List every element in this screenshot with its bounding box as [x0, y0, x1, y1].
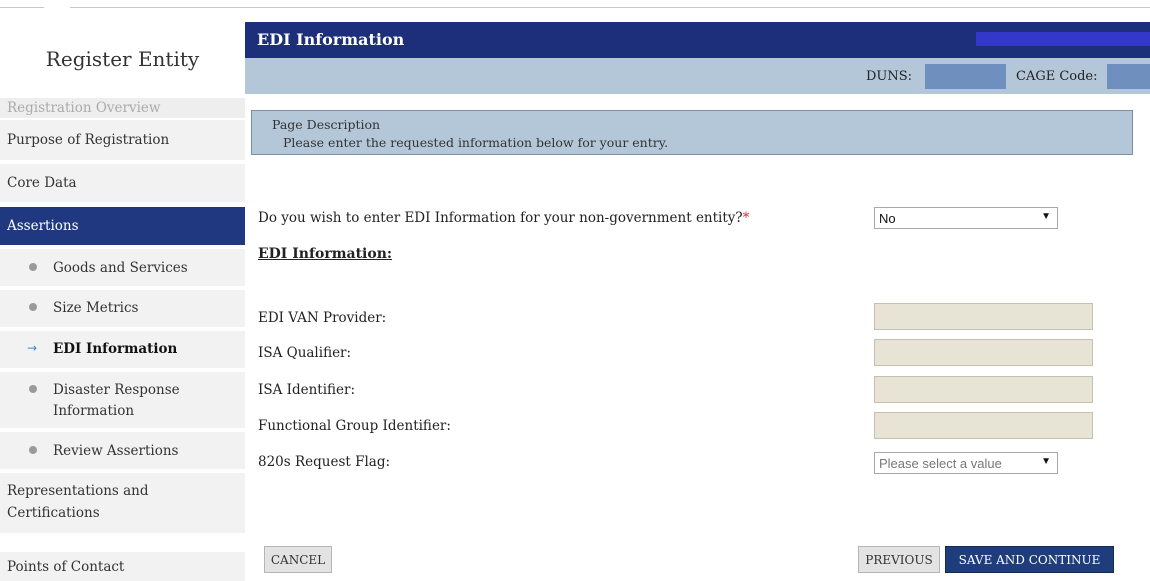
chevron-down-icon: ▼: [1041, 211, 1051, 222]
edi-question-select-value: No: [879, 210, 896, 226]
edi-section-heading: EDI Information:: [258, 246, 393, 262]
edi-van-provider-label: EDI VAN Provider:: [258, 310, 387, 326]
sidebar-item-registration-overview: Registration Overview: [0, 98, 245, 118]
sidebar-subitem-size-metrics[interactable]: Size Metrics: [0, 290, 245, 327]
edi-question-select[interactable]: No ▼: [874, 207, 1058, 229]
required-marker: *: [742, 210, 750, 226]
cage-code-value: [1107, 64, 1150, 89]
isa-identifier-label: ISA Identifier:: [258, 382, 356, 398]
sidebar-subitem-label: EDI Information: [53, 341, 178, 357]
flag-820s-select[interactable]: Please select a value ▼: [874, 452, 1058, 474]
save-and-continue-button[interactable]: SAVE AND CONTINUE: [945, 546, 1114, 573]
sidebar-item-points-of-contact[interactable]: Points of Contact: [0, 552, 245, 581]
cancel-button[interactable]: CANCEL: [264, 546, 332, 573]
top-divider-left: [0, 7, 44, 8]
current-arrow-icon: →: [27, 341, 38, 355]
sidebar-subitem-label: Size Metrics: [53, 300, 139, 316]
sidebar-item-label-line1: Representations and: [7, 483, 149, 499]
flag-820s-label: 820s Request Flag:: [258, 454, 391, 470]
sidebar-subitem-disaster-response[interactable]: Disaster Response Information: [0, 372, 245, 428]
bullet-icon: [29, 446, 37, 454]
edi-question-label: Do you wish to enter EDI Information for…: [258, 210, 749, 226]
sidebar-subitem-review-assertions[interactable]: Review Assertions: [0, 432, 245, 469]
edi-van-provider-input[interactable]: [874, 303, 1093, 330]
functional-group-identifier-label: Functional Group Identifier:: [258, 418, 451, 434]
sidebar: Register Entity Registration Overview Pu…: [0, 22, 245, 581]
sidebar-item-representations[interactable]: Representations and Certifications: [0, 473, 245, 533]
previous-button[interactable]: PREVIOUS: [858, 546, 940, 573]
chevron-down-icon: ▼: [1038, 456, 1051, 467]
page-header: EDI Information: [245, 22, 1150, 58]
sidebar-item-label-line2: Certifications: [7, 505, 100, 521]
entity-id-bar: DUNS: CAGE Code:: [245, 58, 1150, 94]
page-description: Page Description Please enter the reques…: [251, 110, 1133, 155]
sidebar-subitem-label: Review Assertions: [53, 443, 179, 459]
page-description-title: Page Description: [272, 117, 381, 132]
bullet-icon: [29, 385, 37, 393]
page-title: EDI Information: [257, 30, 405, 49]
sidebar-subitem-label-line1: Disaster Response: [53, 382, 180, 398]
top-divider: [0, 0, 1150, 14]
top-divider-right: [70, 7, 1150, 8]
edi-question-text: Do you wish to enter EDI Information for…: [258, 210, 743, 226]
sidebar-item-assertions[interactable]: Assertions: [0, 207, 245, 245]
cage-code-label: CAGE Code:: [1016, 69, 1098, 84]
sidebar-subitem-goods-services[interactable]: Goods and Services: [0, 249, 245, 286]
bullet-icon: [29, 263, 37, 271]
sidebar-title: Register Entity: [45, 46, 200, 71]
page-description-text: Please enter the requested information b…: [283, 135, 669, 150]
sidebar-subitem-label-line2: Information: [53, 403, 135, 419]
duns-label: DUNS:: [866, 69, 913, 84]
functional-group-identifier-input[interactable]: [874, 412, 1093, 439]
sidebar-item-purpose[interactable]: Purpose of Registration: [0, 120, 245, 160]
duns-value: [925, 64, 1006, 89]
isa-qualifier-input[interactable]: [874, 339, 1093, 366]
header-accent-bar: [976, 32, 1150, 46]
isa-qualifier-label: ISA Qualifier:: [258, 345, 352, 361]
sidebar-subitem-edi-information[interactable]: → EDI Information: [0, 331, 245, 368]
sidebar-item-core-data[interactable]: Core Data: [0, 164, 245, 202]
isa-identifier-input[interactable]: [874, 376, 1093, 403]
flag-820s-select-value: Please select a value: [879, 455, 1002, 471]
sidebar-subitem-label: Goods and Services: [53, 260, 188, 276]
bullet-icon: [29, 303, 37, 311]
